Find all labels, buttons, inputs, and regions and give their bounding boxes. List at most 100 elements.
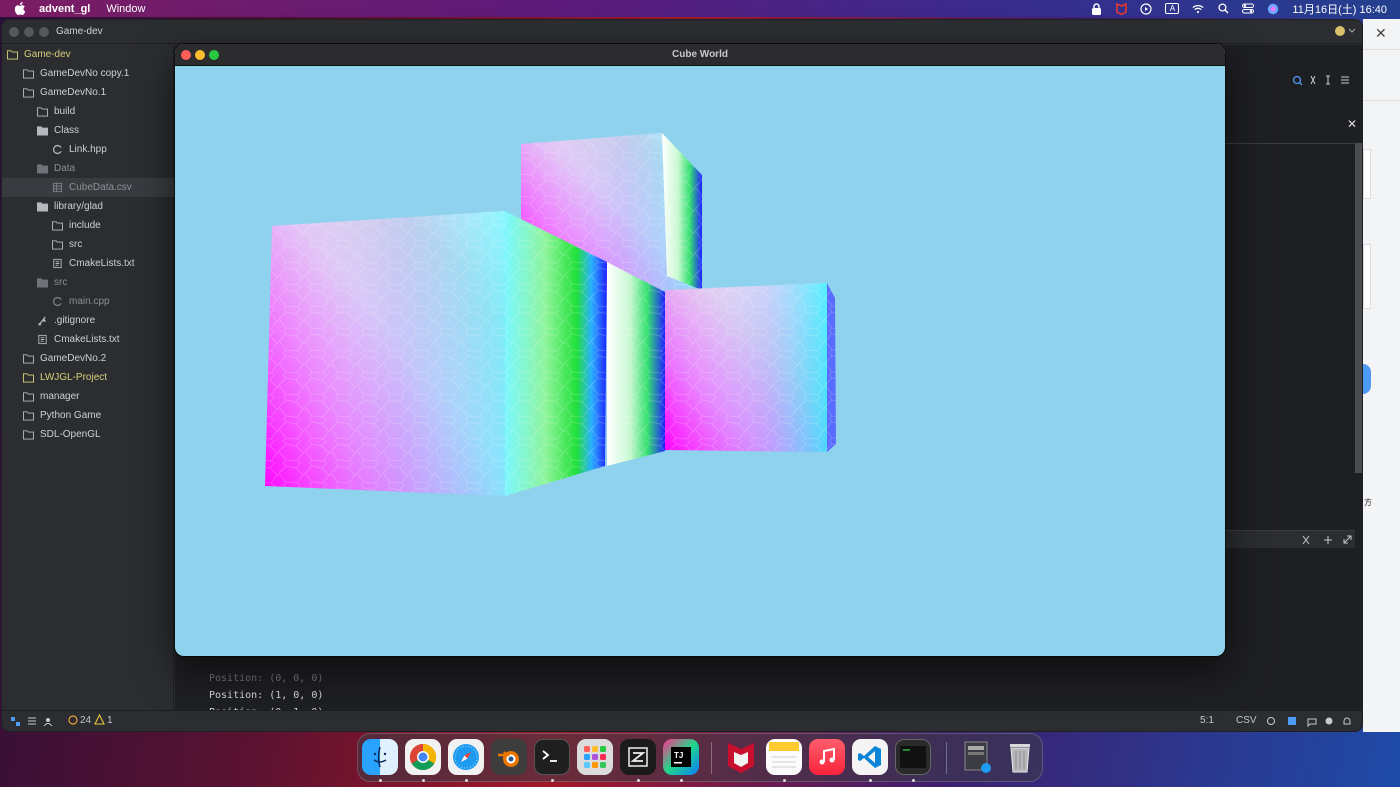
tree-item-gamedevno-copy1[interactable]: GameDevNo copy.1 — [2, 64, 174, 83]
ide-zoom-button[interactable] — [39, 27, 49, 37]
tree-item-label: Python Game — [40, 410, 102, 421]
tree-item-sdl-opengl[interactable]: SDL-OpenGL — [2, 425, 174, 444]
background-blue-button[interactable] — [1363, 364, 1371, 394]
tree-item-game-dev[interactable]: Game-dev — [2, 45, 174, 64]
editor-panel-close-icon[interactable]: ✕ — [1347, 117, 1357, 131]
tree-item-label: GameDevNo copy.1 — [40, 68, 130, 79]
problems-count[interactable]: 24 — [80, 715, 91, 726]
tree-item-label: Class — [54, 125, 80, 136]
tree-item-label: Data — [54, 163, 76, 174]
console-icon[interactable] — [895, 739, 931, 775]
lock-status-icon[interactable] — [1090, 2, 1102, 15]
tree-item-label: src — [54, 277, 68, 288]
tree-item-python-game[interactable]: Python Game — [2, 406, 174, 425]
tree-item-manager[interactable]: manager — [2, 387, 174, 406]
cpp-header-icon — [52, 144, 63, 155]
safari-icon[interactable] — [448, 739, 484, 775]
blender-icon[interactable] — [491, 739, 527, 775]
cursor-position[interactable]: 5:1 — [1200, 715, 1214, 726]
menu-window[interactable]: Window — [106, 3, 145, 15]
cpp-file-icon — [52, 296, 63, 307]
large-cube-texture — [265, 211, 607, 496]
running-indicator — [912, 779, 915, 782]
active-app-menu[interactable]: advent_gl — [39, 3, 90, 15]
zed-icon[interactable] — [620, 739, 656, 775]
tree-item-data[interactable]: Data — [2, 159, 174, 178]
warnings-count[interactable]: 1 — [107, 715, 113, 726]
running-indicator — [422, 779, 425, 782]
ide-window-title: Game-dev — [56, 26, 103, 37]
ide-minimize-button[interactable] — [24, 27, 34, 37]
menubar-clock[interactable]: 11月16日(土) 16:40 — [1292, 1, 1387, 17]
running-indicator — [680, 779, 683, 782]
tree-item-label: SDL-OpenGL — [40, 429, 101, 440]
music-icon[interactable] — [809, 739, 845, 775]
tree-item-label: library/glad — [54, 201, 103, 212]
tree-item-src[interactable]: src — [2, 273, 174, 292]
finder-icon[interactable] — [362, 739, 398, 775]
status-tool-icons[interactable] — [10, 716, 56, 727]
background-panel-block — [1363, 49, 1400, 101]
input-source-indicator[interactable]: A — [1165, 3, 1180, 14]
tree-item-class[interactable]: Class — [2, 121, 174, 140]
mcafee-menubar-icon[interactable] — [1115, 2, 1127, 15]
problems-error-icon[interactable] — [68, 715, 78, 728]
background-close-icon[interactable]: ✕ — [1375, 25, 1387, 42]
tree-item-cubedata-csv[interactable]: CubeData.csv — [2, 178, 174, 197]
cmake-file-icon — [38, 334, 47, 345]
tree-item-glad-src[interactable]: src — [2, 235, 174, 254]
tree-item-build[interactable]: build — [2, 102, 174, 121]
status-right-icons[interactable] — [1266, 716, 1356, 727]
tree-item-include[interactable]: include — [2, 216, 174, 235]
launchpad-icon[interactable] — [577, 739, 613, 775]
cube-world-titlebar[interactable]: Cube World — [175, 44, 1225, 66]
folder-icon — [37, 164, 48, 174]
jetbrains-icon[interactable]: TJ — [663, 739, 699, 775]
window-close-button[interactable] — [181, 50, 191, 60]
opengl-viewport[interactable] — [175, 66, 1225, 656]
control-center-icon[interactable] — [1242, 3, 1255, 15]
siri-icon[interactable] — [1267, 3, 1279, 15]
tree-item-cmakelists[interactable]: CmakeLists.txt — [2, 330, 174, 349]
preview-stack-icon[interactable] — [959, 739, 995, 775]
editor-scrollbar[interactable] — [1355, 143, 1362, 473]
spotlight-search-icon[interactable] — [1217, 3, 1229, 15]
play-circle-icon[interactable] — [1140, 2, 1153, 15]
background-panel-block — [1363, 149, 1371, 199]
tree-item-library-glad[interactable]: library/glad — [2, 197, 174, 216]
terminal-icon[interactable] — [534, 739, 570, 775]
tree-item-label: GameDevNo.2 — [40, 353, 107, 364]
ide-close-button[interactable] — [9, 27, 19, 37]
mcafee-icon[interactable] — [723, 739, 759, 775]
tree-item-label: CubeData.csv — [69, 182, 132, 193]
folder-icon — [37, 126, 48, 136]
tree-item-gamedevno2[interactable]: GameDevNo.2 — [2, 349, 174, 368]
running-indicator — [379, 779, 382, 782]
wifi-icon[interactable] — [1192, 3, 1204, 15]
notes-icon[interactable] — [766, 739, 802, 775]
vscode-icon[interactable] — [852, 739, 888, 775]
apple-menu-icon[interactable] — [14, 2, 26, 15]
background-window-strip: ✕ 方 — [1363, 19, 1400, 732]
chrome-icon[interactable] — [405, 739, 441, 775]
tree-item-lwjgl-project[interactable]: LWJGL-Project — [2, 368, 174, 387]
trash-icon[interactable] — [1002, 739, 1038, 775]
file-type-indicator[interactable]: CSV — [1236, 715, 1257, 726]
folder-icon — [23, 392, 34, 402]
tree-item-gitignore[interactable]: .gitignore — [2, 311, 174, 330]
svg-text:TJ: TJ — [674, 751, 683, 760]
tree-item-label: GameDevNo.1 — [40, 87, 107, 98]
warning-triangle-icon[interactable] — [94, 713, 105, 728]
tree-item-main-cpp[interactable]: main.cpp — [2, 292, 174, 311]
window-minimize-button[interactable] — [195, 50, 205, 60]
tree-item-gamedevno1[interactable]: GameDevNo.1 — [2, 83, 174, 102]
folder-icon — [37, 278, 48, 288]
tree-item-glad-cmakelists[interactable]: CmakeLists.txt — [2, 254, 174, 273]
tree-item-link-hpp[interactable]: Link.hpp — [2, 140, 174, 159]
ide-titlebar: Game-dev — [2, 20, 1362, 44]
cube-world-window: Cube World — [175, 44, 1225, 656]
terminal-toolbar-icons[interactable] — [1301, 534, 1353, 546]
folder-icon — [23, 88, 34, 98]
window-zoom-button[interactable] — [209, 50, 219, 60]
ide-user-menu-icon[interactable] — [1334, 25, 1356, 37]
